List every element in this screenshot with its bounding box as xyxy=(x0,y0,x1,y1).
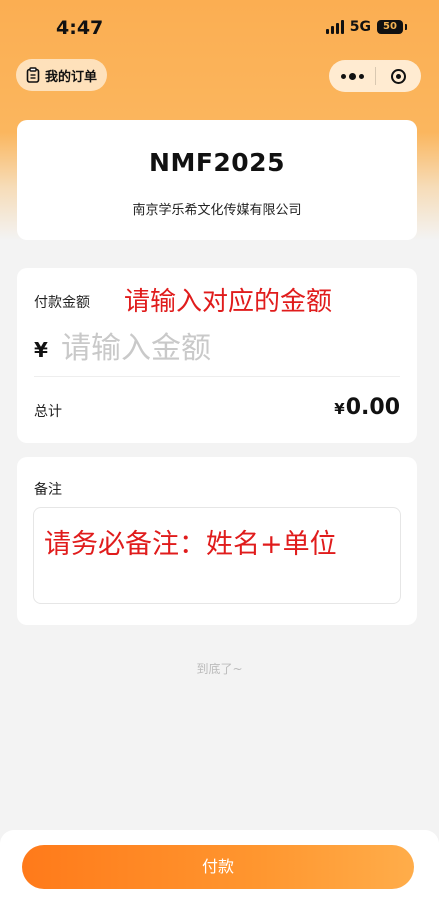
amount-input[interactable] xyxy=(61,324,391,372)
mini-program-capsule xyxy=(329,60,421,92)
merchant-company: 南京学乐希文化传媒有限公司 xyxy=(132,203,302,218)
pay-button[interactable]: 付款 xyxy=(22,845,414,889)
end-of-list-tip: 到底了~ xyxy=(196,662,243,676)
status-time: 4:47 xyxy=(56,17,104,39)
total-amount: ¥ 0.00 xyxy=(334,395,400,420)
currency-symbol: ¥ xyxy=(34,338,48,362)
total-currency: ¥ xyxy=(334,400,345,418)
payment-amount-card: 付款金额 请输入对应的金额 ¥ 总计 ¥ 0.00 xyxy=(17,268,417,443)
clipboard-icon xyxy=(26,67,40,83)
battery-icon: 50 xyxy=(377,20,407,34)
network-type: 5G xyxy=(349,19,371,35)
remark-label: 备注 xyxy=(34,482,62,498)
total-value: 0.00 xyxy=(345,395,400,420)
remark-input[interactable]: 请务必备注：姓名+单位 xyxy=(33,507,401,604)
status-indicators: 5G 50 xyxy=(325,19,407,35)
close-mini-program-button[interactable] xyxy=(376,68,421,84)
divider xyxy=(34,376,400,377)
more-icon[interactable] xyxy=(329,72,375,80)
my-orders-label: 我的订单 xyxy=(45,69,98,85)
status-bar: 4:47 5G 50 xyxy=(0,0,439,56)
remark-card: 备注 请务必备注：姓名+单位 xyxy=(17,457,417,625)
merchant-card: NMF2025 南京学乐希文化传媒有限公司 xyxy=(17,120,417,240)
my-orders-button[interactable]: 我的订单 xyxy=(16,59,108,91)
amount-label: 付款金额 xyxy=(34,295,90,311)
merchant-name: NMF2025 xyxy=(149,148,285,177)
total-label: 总计 xyxy=(34,404,62,420)
amount-annotation: 请输入对应的金额 xyxy=(124,287,333,317)
signal-icon xyxy=(325,20,344,34)
close-mini-program-icon xyxy=(391,68,406,84)
remark-annotation: 请务必备注：姓名+单位 xyxy=(44,529,337,560)
battery-level: 50 xyxy=(383,21,397,32)
